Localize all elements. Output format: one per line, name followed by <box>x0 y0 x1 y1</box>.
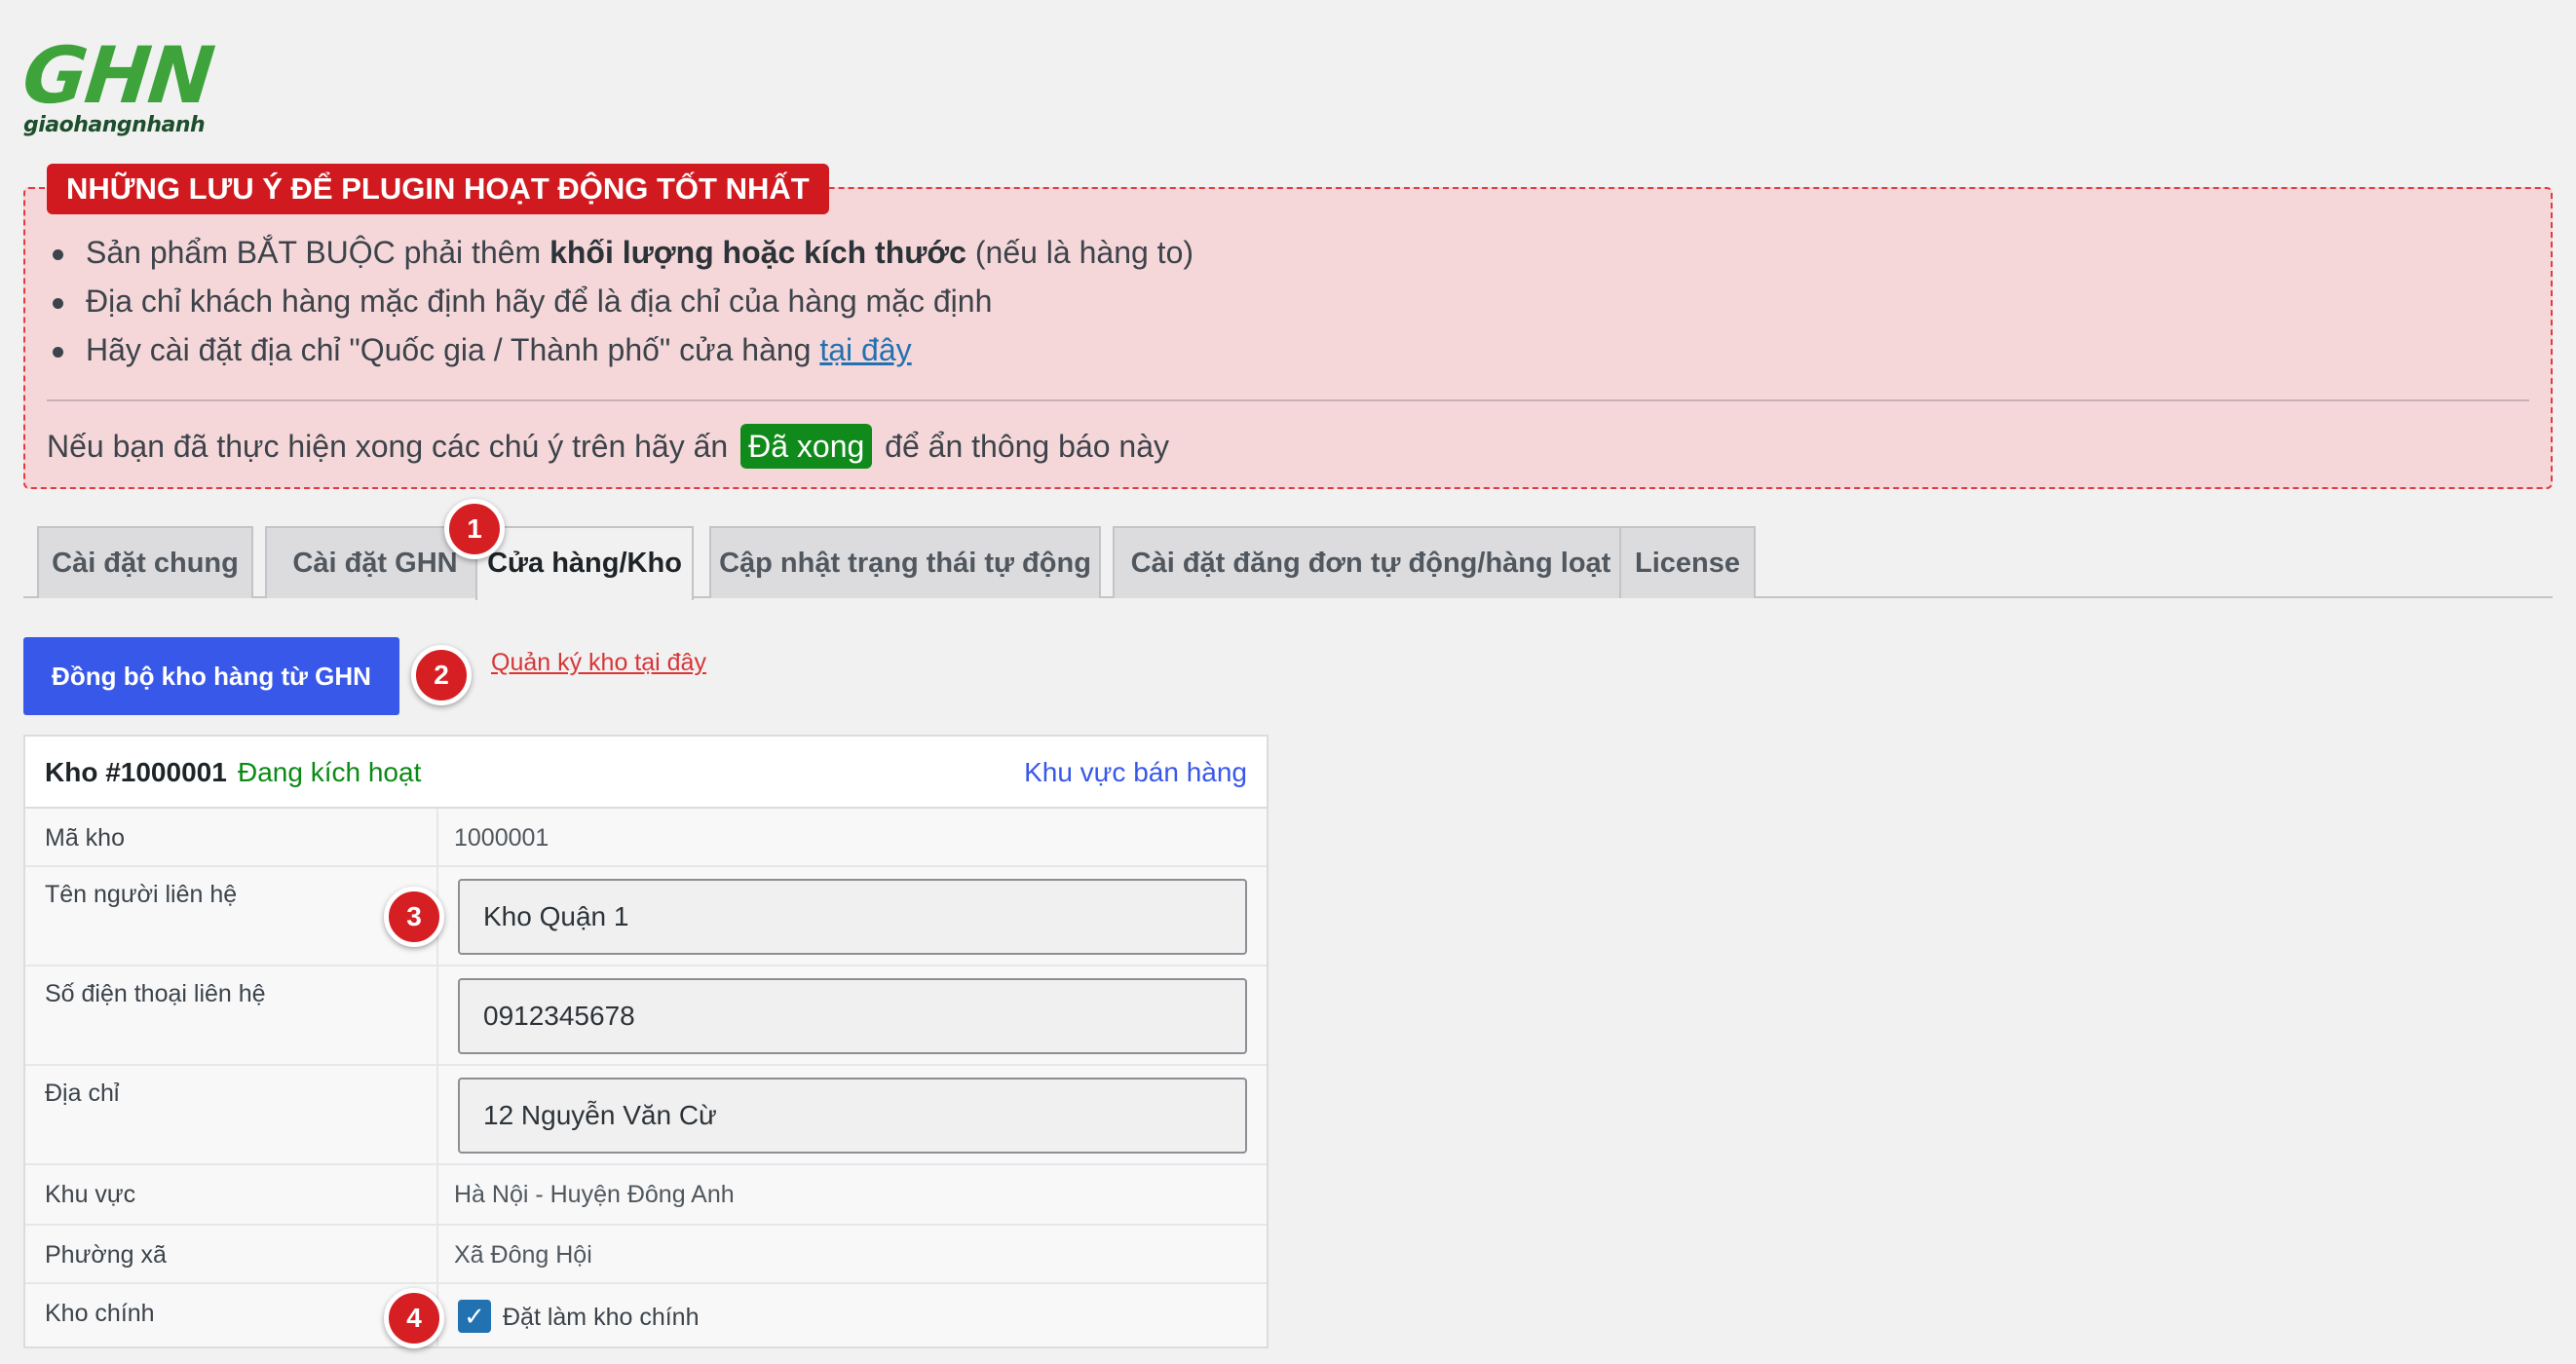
notice-settings-link[interactable]: tại đây <box>819 332 911 367</box>
address-input[interactable]: 12 Nguyễn Văn Cừ <box>458 1078 1247 1154</box>
contact-name-label: Tên người liên hệ <box>45 881 238 908</box>
row-phone: Số điện thoại liên hệ 0912345678 <box>25 966 1267 1066</box>
settings-tabs: Cài đặt chung Cài đặt GHN Cửa hàng/Kho C… <box>23 526 2553 600</box>
row-separator <box>436 1066 438 1163</box>
notice-item-country: Hãy cài đặt địa chỉ "Quốc gia / Thành ph… <box>47 325 1193 374</box>
tab-license[interactable]: License <box>1619 526 1756 598</box>
phone-label: Số điện thoại liên hệ <box>45 980 266 1007</box>
ghn-logo: GHN giaohangnhanh <box>19 30 228 138</box>
warehouse-id: Kho #1000001 <box>45 757 227 787</box>
warehouse-code-label: Mã kho <box>45 824 125 852</box>
row-warehouse-code: Mã kho 1000001 <box>25 809 1267 867</box>
tab-general[interactable]: Cài đặt chung <box>37 526 253 598</box>
row-ward: Phường xã Xã Đông Hội <box>25 1226 1267 1284</box>
notice-footer: Nếu bạn đã thực hiện xong các chú ý trên… <box>47 423 1169 470</box>
address-label: Địa chỉ <box>45 1080 120 1107</box>
ward-value: Xã Đông Hội <box>454 1241 592 1269</box>
done-button[interactable]: Đã xong <box>740 424 873 469</box>
warehouse-code-value: 1000001 <box>454 824 549 852</box>
notice-title: NHỮNG LƯU Ý ĐỂ PLUGIN HOẠT ĐỘNG TỐT NHẤT <box>47 164 829 214</box>
row-address: Địa chỉ 12 Nguyễn Văn Cừ <box>25 1066 1267 1165</box>
notice-item-weight-bold: khối lượng hoặc kích thước <box>549 235 966 270</box>
row-main-warehouse: Kho chính ✓ Đặt làm kho chính <box>25 1284 1267 1346</box>
row-separator <box>436 809 438 865</box>
notice-item-weight-pre: Sản phẩm BẮT BUỘC phải thêm <box>86 235 550 270</box>
tab-auto-order[interactable]: Cài đặt đăng đơn tự động/hàng loạt <box>1113 526 1629 598</box>
tab-store-warehouse[interactable]: Cửa hàng/Kho <box>475 526 694 600</box>
contact-name-input[interactable]: Kho Quận 1 <box>458 879 1247 955</box>
tab-auto-status[interactable]: Cập nhật trạng thái tự động <box>709 526 1101 598</box>
main-warehouse-checkbox[interactable]: ✓ <box>458 1300 491 1333</box>
sales-area-link[interactable]: Khu vực bán hàng <box>1024 737 1247 809</box>
warehouse-card: Kho #1000001 Đang kích hoạt Khu vực bán … <box>23 735 1269 1348</box>
check-icon: ✓ <box>464 1302 485 1331</box>
region-label: Khu vực <box>45 1181 136 1208</box>
notice-divider <box>47 399 2529 401</box>
main-warehouse-checkbox-label[interactable]: Đặt làm kho chính <box>503 1304 700 1332</box>
step-marker-3: 3 <box>384 887 444 947</box>
phone-input[interactable]: 0912345678 <box>458 978 1247 1054</box>
step-marker-1: 1 <box>444 499 505 559</box>
main-warehouse-label: Kho chính <box>45 1300 155 1327</box>
plugin-notice: NHỮNG LƯU Ý ĐỂ PLUGIN HOẠT ĐỘNG TỐT NHẤT… <box>23 164 2553 489</box>
notice-list: Sản phẩm BẮT BUỘC phải thêm khối lượng h… <box>47 228 1193 374</box>
notice-footer-pre: Nếu bạn đã thực hiện xong các chú ý trên… <box>47 429 729 464</box>
logo-main-text: GHN <box>19 30 217 121</box>
region-value: Hà Nội - Huyện Đông Anh <box>454 1181 735 1208</box>
row-contact-name: Tên người liên hệ Kho Quận 1 <box>25 867 1267 966</box>
warehouse-card-header: Kho #1000001 Đang kích hoạt Khu vực bán … <box>25 737 1267 809</box>
warehouse-status: Đang kích hoạt <box>238 757 422 787</box>
notice-item-weight: Sản phẩm BẮT BUỘC phải thêm khối lượng h… <box>47 228 1193 277</box>
row-separator <box>436 1165 438 1224</box>
notice-item-country-pre: Hãy cài đặt địa chỉ "Quốc gia / Thành ph… <box>86 332 820 367</box>
row-separator <box>436 966 438 1064</box>
notice-item-weight-post: (nếu là hàng to) <box>966 235 1194 270</box>
ward-label: Phường xã <box>45 1241 167 1269</box>
step-marker-4: 4 <box>384 1288 444 1348</box>
notice-footer-post: để ẩn thông báo này <box>885 429 1169 464</box>
step-marker-2: 2 <box>411 645 472 705</box>
row-separator <box>436 1226 438 1282</box>
notice-item-address: Địa chỉ khách hàng mặc định hãy để là đị… <box>47 277 1193 325</box>
sync-warehouse-button[interactable]: Đồng bộ kho hàng từ GHN <box>23 637 399 715</box>
manage-warehouse-link[interactable]: Quản ký kho tại đây <box>491 649 706 677</box>
row-region: Khu vực Hà Nội - Huyện Đông Anh <box>25 1165 1267 1226</box>
